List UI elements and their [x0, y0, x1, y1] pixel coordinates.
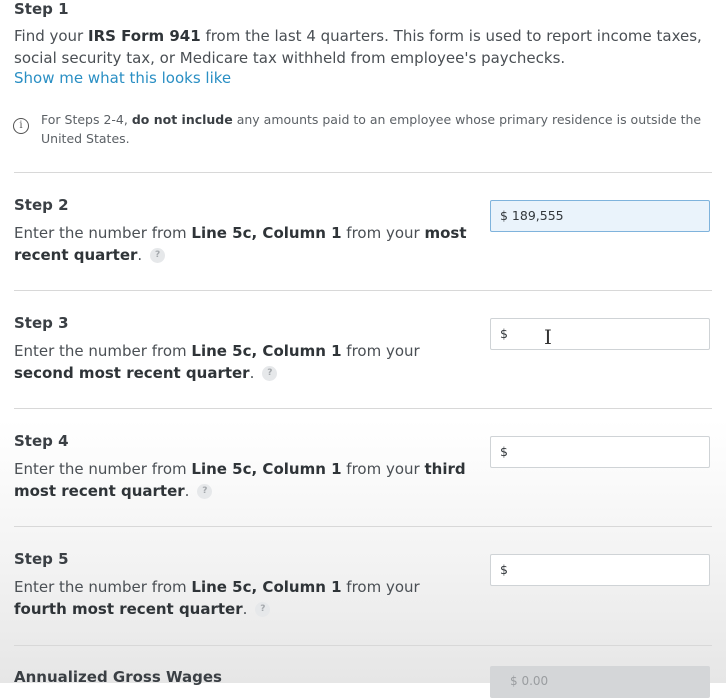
step-2-title: Step 2	[14, 196, 69, 214]
step-3-text: Enter the number from	[14, 342, 192, 360]
divider	[14, 172, 712, 173]
steps-note: For Steps 2-4, do not include any amount…	[41, 110, 713, 148]
step-2-description: Enter the number from Line 5c, Column 1 …	[14, 222, 479, 266]
step-5-text-end: .	[242, 600, 248, 618]
step-2-amount-input[interactable]: $ 189,555	[490, 200, 710, 232]
help-icon[interactable]: ?	[150, 248, 166, 263]
annualized-gross-wages-value: $ 0.00	[490, 666, 710, 698]
step-4-description: Enter the number from Line 5c, Column 1 …	[14, 458, 479, 502]
step-2-text: Enter the number from	[14, 224, 192, 242]
help-icon[interactable]: ?	[197, 484, 213, 499]
info-icon: i	[13, 118, 29, 134]
step-3-amount-input[interactable]: $	[490, 318, 710, 350]
step-4-text-end: .	[184, 482, 190, 500]
quarter-label: fourth most recent quarter	[14, 600, 243, 618]
step-5-description: Enter the number from Line 5c, Column 1 …	[14, 576, 434, 620]
divider	[14, 645, 712, 646]
step-1-text: Find your	[14, 27, 88, 45]
line-label: Line 5c, Column 1	[191, 578, 342, 596]
step-3-description: Enter the number from Line 5c, Column 1 …	[14, 340, 434, 384]
step-1-title: Step 1	[14, 0, 69, 18]
step-4-text: Enter the number from	[14, 460, 192, 478]
text-cursor-icon: I	[544, 325, 552, 349]
step-5-title: Step 5	[14, 550, 69, 568]
step-4-title: Step 4	[14, 432, 69, 450]
step-5-text: Enter the number from	[14, 578, 192, 596]
line-label: Line 5c, Column 1	[191, 224, 342, 242]
step-3-text-end: .	[249, 364, 255, 382]
annualized-gross-wages-title: Annualized Gross Wages	[14, 668, 222, 686]
help-icon[interactable]: ?	[255, 602, 271, 617]
form-page: Step 1 Find your IRS Form 941 from the l…	[0, 0, 726, 698]
divider	[14, 290, 712, 291]
show-example-link[interactable]: Show me what this looks like	[14, 69, 231, 87]
irs-form-label: IRS Form 941	[88, 27, 201, 45]
step-2-text-mid: from your	[341, 224, 425, 242]
step-5-amount-input[interactable]: $	[490, 554, 710, 586]
step-3-title: Step 3	[14, 314, 69, 332]
line-label: Line 5c, Column 1	[191, 342, 342, 360]
divider	[14, 526, 712, 527]
line-label: Line 5c, Column 1	[191, 460, 342, 478]
step-5-text-mid: from your	[341, 578, 420, 596]
step-2-text-end: .	[137, 246, 143, 264]
step-4-amount-input[interactable]: $	[490, 436, 710, 468]
quarter-label: second most recent quarter	[14, 364, 250, 382]
divider	[14, 408, 712, 409]
note-text: For Steps 2-4,	[41, 112, 132, 127]
step-4-text-mid: from your	[341, 460, 425, 478]
step-3-text-mid: from your	[341, 342, 420, 360]
help-icon[interactable]: ?	[262, 366, 278, 381]
step-1-description: Find your IRS Form 941 from the last 4 q…	[14, 25, 714, 69]
note-emphasis: do not include	[131, 112, 233, 127]
